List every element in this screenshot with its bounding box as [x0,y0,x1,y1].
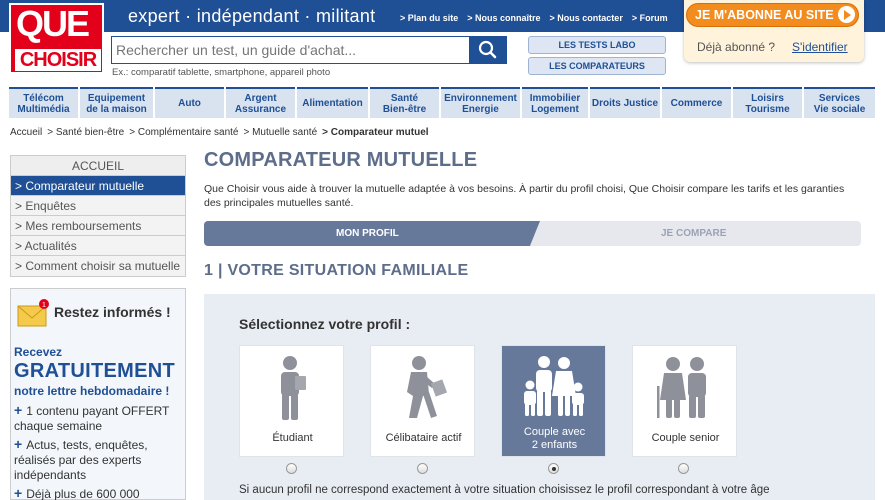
menu-item-enquetes[interactable]: > Enquêtes [11,196,185,216]
search-hint: Ex.: comparatif tablette, smartphone, ap… [112,67,331,78]
crumb-accueil[interactable]: Accueil [10,127,42,138]
step-mon-profil[interactable]: MON PROFIL [336,228,399,239]
profile-label-etudiant: Étudiant [272,432,313,444]
logo-line2: CHOISIR [15,49,101,71]
tests-labo-button[interactable]: LES TESTS LABO [528,36,666,54]
menu-item-comment-choisir[interactable]: > Comment choisir sa mutuelle [11,256,185,276]
newsletter-gratuitement: GRATUITEMENT [14,360,175,382]
profile-card-couple-enfants[interactable]: Couple avec 2 enfants [501,345,606,457]
top-links: > Plan du site > Nous connaître > Nous c… [400,13,668,23]
select-profile-label: Sélectionnez votre profil : [239,316,411,332]
logo[interactable]: QUE CHOISIR [9,3,104,74]
comparateurs-button[interactable]: LES COMPARATEURS [528,57,666,75]
page-title: COMPARATEUR MUTUELLE [204,149,478,171]
step-je-compare[interactable]: JE COMPARE [661,228,726,239]
crumb-sante[interactable]: > Santé bien-être [47,127,124,138]
profile-hint: Si aucun profil ne correspond exactement… [239,484,770,496]
profile-label-couple-senior: Couple senior [651,432,720,444]
menu-item-actualites[interactable]: > Actualités [11,236,185,256]
profile-card-couple-senior[interactable]: Couple senior [632,345,737,457]
subscribe-button[interactable]: JE M'ABONNE AU SITE [686,3,859,27]
link-forum[interactable]: > Forum [632,13,668,23]
nav-equipement[interactable]: Equipement de la maison [80,87,153,118]
profile-card-celibataire[interactable]: Célibataire actif [370,345,475,457]
identify-link[interactable]: S'identifier [792,40,848,54]
tagline: expert · indépendant · militant [128,6,376,26]
menu-head[interactable]: ACCUEIL [11,156,185,176]
nav-services[interactable]: Services Vie sociale [804,87,875,118]
radio-celibataire[interactable] [417,463,428,474]
radio-etudiant[interactable] [286,463,297,474]
intro-text: Que Choisir vous aide à trouver la mutue… [204,183,845,209]
nav-commerce[interactable]: Commerce [662,87,731,118]
nav-droits[interactable]: Droits Justice [590,87,660,118]
search-icon [478,40,497,59]
crumb-mutuelle[interactable]: > Mutuelle santé [243,127,317,138]
newsletter-envelope-icon: 1 [17,299,49,327]
crumb-complementaire[interactable]: > Complémentaire santé [129,127,238,138]
link-nous-contacter[interactable]: > Nous contacter [550,13,623,23]
family-icon [524,356,584,416]
newsletter-benefit-3: Déjà plus de 600 000 [26,487,140,500]
logo-line1: QUE [16,3,90,44]
menu-item-remboursements[interactable]: > Mes remboursements [11,216,185,236]
search-button[interactable] [469,36,507,64]
newsletter-recevez: Recevez [14,345,63,359]
single-worker-icon [407,356,448,418]
profile-card-etudiant[interactable]: Étudiant [239,345,344,457]
newsletter-benefit: + Déjà plus de 600 000 [14,485,140,500]
breadcrumb: Accueil > Santé bien-être > Complémentai… [10,127,429,138]
crumb-current: > Comparateur mutuel [322,127,429,138]
newsletter-benefit-2: Actus, tests, enquêtes, réalisés par des… [14,438,148,482]
svg-text:1: 1 [42,302,46,309]
newsletter-lettre: notre lettre hebdomadaire ! [14,384,170,398]
senior-couple-icon [657,357,706,418]
section-title: 1 | VOTRE SITUATION FAMILIALE [204,262,469,279]
nav-auto[interactable]: Auto [155,87,224,118]
nav-argent[interactable]: Argent Assurance [226,87,295,118]
search-input[interactable] [111,36,470,64]
profile-label-couple-enfants: Couple avec 2 enfants [523,426,586,451]
newsletter-title: Restez informés ! [54,304,171,320]
arrow-right-icon [838,6,855,23]
nav-loisirs[interactable]: Loisirs Tourisme [733,87,802,118]
steps-bar: MON PROFIL JE COMPARE [204,221,861,246]
link-nous-connaitre[interactable]: > Nous connaître [467,13,540,23]
radio-couple-senior[interactable] [678,463,689,474]
newsletter-benefit: + Actus, tests, enquêtes, réalisés par de… [14,436,148,483]
side-menu: ACCUEIL > Comparateur mutuelle > Enquête… [10,155,186,277]
nav-immobilier[interactable]: Immobilier Logement [522,87,588,118]
main-nav: Télécom Multimédia Equipement de la mais… [9,87,875,118]
student-icon [281,356,306,420]
already-subscribed-text: Déjà abonné ? [697,40,776,54]
nav-sante[interactable]: Santé Bien-être [370,87,439,118]
nav-telecom[interactable]: Télécom Multimédia [9,87,78,118]
radio-couple-enfants[interactable] [548,463,559,474]
nav-environnement[interactable]: Environnement Energie [441,87,520,118]
link-plan-site[interactable]: > Plan du site [400,13,458,23]
profile-label-celibataire: Célibataire actif [385,432,462,444]
nav-alimentation[interactable]: Alimentation [297,87,368,118]
menu-item-comparateur[interactable]: > Comparateur mutuelle [11,176,185,196]
newsletter-benefit-1: 1 contenu payant OFFERT chaque semaine [14,404,170,433]
newsletter-benefit: +1 contenu payant OFFERT chaque semaine [14,402,170,434]
